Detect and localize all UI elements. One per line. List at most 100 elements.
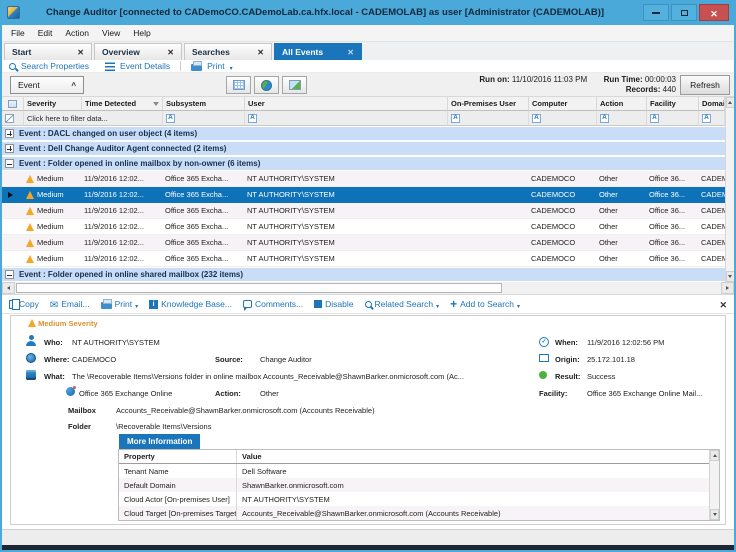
filter-a-icon	[532, 113, 541, 123]
tab-start[interactable]: Start	[4, 43, 92, 60]
title-bar: Change Auditor [connected to CADemoCO.CA…	[2, 0, 734, 25]
detail-close-button[interactable]	[719, 295, 727, 313]
column-header-computer[interactable]: Computer	[529, 97, 597, 111]
event-group-row[interactable]: Event : Folder opened in online mailbox …	[2, 156, 734, 171]
scroll-down-button[interactable]	[710, 509, 719, 520]
expand-collapse-icon[interactable]	[5, 144, 14, 153]
expand-collapse-icon[interactable]	[5, 270, 14, 279]
column-header-domain[interactable]: Domain	[699, 97, 725, 111]
comments-icon	[242, 300, 252, 311]
grid-view-button[interactable]	[226, 76, 251, 94]
column-header-on-premises-user[interactable]: On-Premises User	[448, 97, 529, 111]
filter-cell-subsystem[interactable]	[163, 111, 245, 126]
select-all-corner[interactable]	[2, 97, 24, 111]
scrollbar-thumb[interactable]	[16, 283, 502, 293]
current-row-marker-icon	[8, 191, 13, 198]
grid-vertical-scrollbar[interactable]	[725, 97, 734, 282]
filter-corner[interactable]	[2, 111, 24, 126]
scroll-right-button[interactable]	[721, 282, 734, 294]
menu-view[interactable]: View	[102, 28, 120, 38]
run-on-value: 11/10/2016 11:03 PM	[511, 75, 588, 84]
tab-more-information[interactable]: More Information	[119, 434, 201, 449]
column-header-subsystem[interactable]: Subsystem	[163, 97, 245, 111]
property-table: Property Value Tenant Name Dell Software D…	[118, 449, 720, 521]
expand-collapse-icon[interactable]	[5, 159, 14, 168]
menu-file[interactable]: File	[11, 28, 25, 38]
menu-help[interactable]: Help	[133, 28, 150, 38]
tab-overview[interactable]: Overview	[94, 43, 182, 60]
event-group-row[interactable]: Event : Dell Change Auditor Agent connec…	[2, 141, 734, 156]
comments-button[interactable]: Comments...	[242, 299, 303, 311]
column-header-facility[interactable]: Facility	[647, 97, 699, 111]
minimize-icon	[652, 11, 660, 14]
column-header-severity[interactable]: Severity	[24, 97, 82, 111]
print-button[interactable]: Print	[207, 61, 224, 71]
cell-subsystem: Office 365 Excha...	[165, 238, 229, 247]
menu-edit[interactable]: Edit	[38, 28, 53, 38]
tab-close-icon[interactable]	[249, 47, 264, 57]
event-group-button[interactable]: Event	[10, 76, 84, 94]
value-column-header[interactable]: Value	[237, 450, 719, 463]
chart-view-button[interactable]	[254, 76, 279, 94]
filter-cell-computer[interactable]	[529, 111, 597, 126]
filter-cell-facility[interactable]	[647, 111, 699, 126]
tab-close-icon[interactable]	[159, 47, 174, 57]
filter-cell-domain[interactable]	[699, 111, 725, 126]
tab-close-icon[interactable]	[69, 47, 84, 57]
filter-cell-action[interactable]	[597, 111, 647, 126]
print-event-button[interactable]: Print	[100, 295, 139, 313]
filter-prompt[interactable]: Click here to filter data...	[24, 111, 163, 126]
filter-cell-on-premises-user[interactable]	[448, 111, 529, 126]
grid-horizontal-scrollbar[interactable]	[2, 282, 734, 295]
search-properties-button[interactable]: Search Properties	[21, 61, 89, 71]
event-group-row[interactable]: Event : Folder opened in online shared m…	[2, 267, 734, 282]
scroll-left-button[interactable]	[2, 282, 15, 294]
copy-button[interactable]: Copy	[9, 298, 39, 310]
cell-domain: CADEM...	[701, 206, 725, 215]
event-group-row[interactable]: Event : DACL changed on user object (4 i…	[2, 126, 734, 141]
event-row[interactable]: Medium 11/9/2016 12:02... Office 365 Exc…	[2, 171, 734, 187]
property-name: Tenant Name	[119, 464, 237, 478]
cell-action: Other	[599, 254, 618, 263]
cell-facility: Office 36...	[649, 206, 686, 215]
run-on-label: Run on:	[479, 75, 510, 84]
maximize-button[interactable]	[671, 4, 697, 21]
close-icon	[710, 4, 718, 22]
tab-searches[interactable]: Searches	[184, 43, 272, 60]
export-view-button[interactable]	[282, 76, 307, 94]
close-button[interactable]	[699, 4, 729, 21]
event-row[interactable]: Medium 11/9/2016 12:02... Office 365 Exc…	[2, 203, 734, 219]
event-row[interactable]: Medium 11/9/2016 12:02... Office 365 Exc…	[2, 219, 734, 235]
scroll-up-button[interactable]	[710, 450, 719, 461]
add-to-search-button[interactable]: Add to Search	[450, 295, 520, 313]
result-value: Success	[587, 372, 616, 381]
event-row[interactable]: Medium 11/9/2016 12:02... Office 365 Exc…	[2, 187, 734, 203]
cell-subsystem: Office 365 Excha...	[165, 174, 229, 183]
menu-action[interactable]: Action	[65, 28, 89, 38]
event-details-button[interactable]: Event Details	[120, 61, 170, 71]
property-table-scrollbar[interactable]	[709, 450, 719, 520]
scroll-up-button[interactable]	[725, 97, 734, 108]
severity-text: Medium	[37, 190, 64, 199]
filter-cell-user[interactable]	[245, 111, 448, 126]
minimize-button[interactable]	[643, 4, 669, 21]
column-header-time-detected[interactable]: Time Detected	[82, 97, 163, 111]
column-header-user[interactable]: User	[245, 97, 448, 111]
refresh-button[interactable]: Refresh	[680, 75, 730, 95]
related-search-button[interactable]: Related Search	[364, 295, 440, 313]
column-header-action[interactable]: Action	[597, 97, 647, 111]
email-button[interactable]: Email...	[50, 295, 89, 313]
scroll-down-button[interactable]	[725, 271, 734, 282]
what-value: The \Recoverable Items\Versions folder i…	[72, 372, 464, 381]
tab-close-icon[interactable]	[339, 47, 354, 57]
tab-all-events[interactable]: All Events	[274, 43, 362, 60]
disable-button[interactable]: Disable	[314, 299, 354, 309]
severity-row: Medium Severity	[28, 319, 98, 328]
event-row[interactable]: Medium 11/9/2016 12:02... Office 365 Exc…	[2, 235, 734, 251]
event-row[interactable]: Medium 11/9/2016 12:02... Office 365 Exc…	[2, 251, 734, 267]
knowledge-base-button[interactable]: Knowledge Base...	[149, 299, 232, 309]
where-value: CADEMOCO	[72, 355, 117, 364]
property-column-header[interactable]: Property	[119, 450, 237, 463]
cell-action: Other	[599, 190, 618, 199]
expand-collapse-icon[interactable]	[5, 129, 14, 138]
